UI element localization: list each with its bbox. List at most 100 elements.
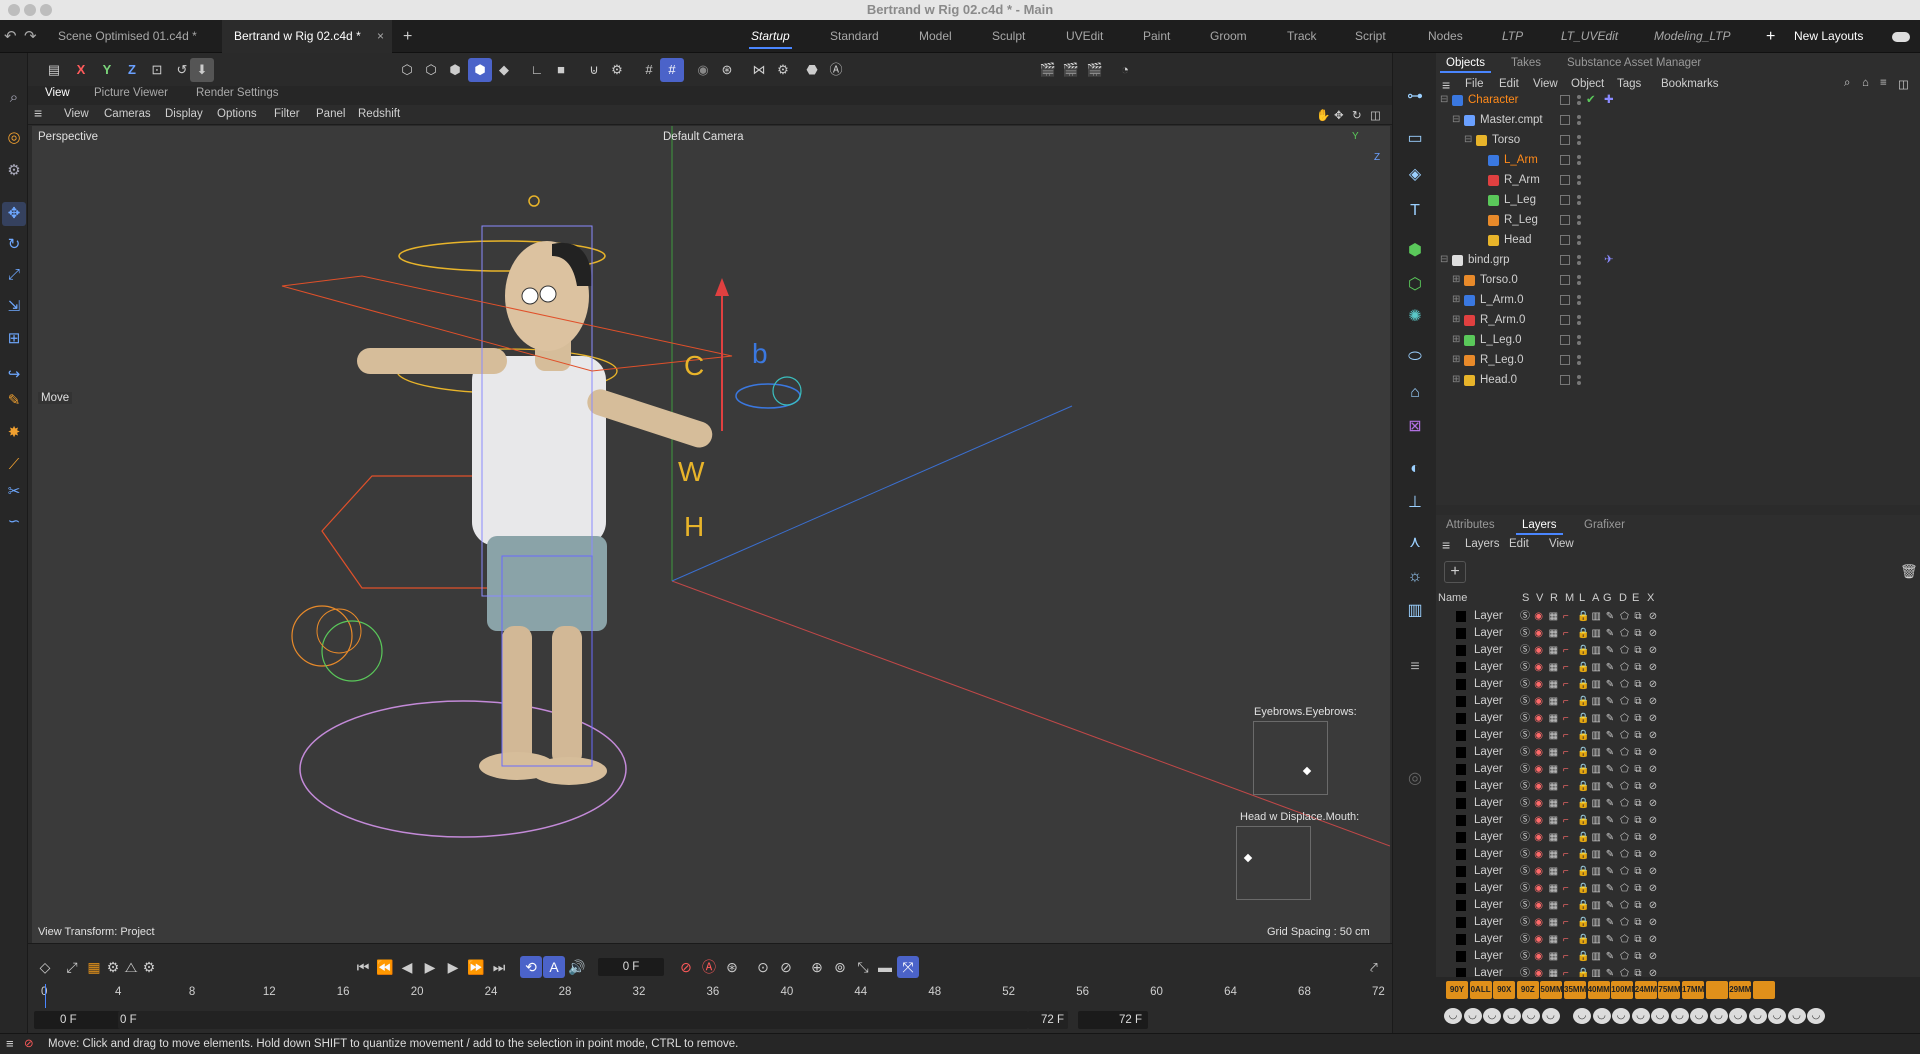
coordinate-system-icon[interactable]: ⊡ [145, 58, 169, 82]
transfer-tool-icon[interactable]: ⇲ [2, 295, 26, 319]
object-name[interactable]: R_Arm.0 [1480, 310, 1525, 330]
interactive-render-icon[interactable]: ◔ [1113, 58, 1137, 82]
symmetry-icon[interactable]: ⋈ [747, 58, 771, 82]
layer-toggle-icon[interactable]: 🔒 [1577, 914, 1589, 931]
tab-layers[interactable]: Layers [1516, 519, 1562, 535]
layer-toggle-icon[interactable]: ▥ [1592, 897, 1601, 914]
3d-viewport[interactable]: Perspective Default Camera Move C b W H … [32, 126, 1390, 943]
object-name[interactable]: L_Leg.0 [1480, 330, 1522, 350]
auto-keys-range-icon[interactable]: A [543, 956, 565, 978]
editor-visibility-dot[interactable] [1577, 295, 1581, 299]
preview-range-end[interactable]: 72 F [1028, 1011, 1068, 1029]
layer-toggle-icon[interactable]: ⊘ [1649, 897, 1657, 914]
layer-toggle-icon[interactable]: ⬠ [1620, 795, 1629, 812]
object-name[interactable]: R_Arm [1504, 170, 1540, 190]
layer-toggle-icon[interactable]: ⊘ [1649, 863, 1657, 880]
layer-toggle-icon[interactable]: ⊘ [1649, 710, 1657, 727]
editor-visibility-dot[interactable] [1577, 155, 1581, 159]
layer-row[interactable]: Layer Ⓢ ◉ ▦ ⌐ 🔒 ▥ ✎ ⬠ ⧉ ⊘ [1436, 914, 1920, 931]
editor-visibility-dot[interactable] [1577, 115, 1581, 119]
visibility-checkbox[interactable] [1560, 235, 1570, 245]
layer-color-swatch[interactable] [1456, 866, 1466, 877]
layer-toggle-icon[interactable]: ✎ [1606, 948, 1614, 965]
add-layer-icon[interactable]: + [1444, 561, 1466, 583]
layout-tab-script[interactable]: Script [1355, 20, 1386, 53]
enabled-check-icon[interactable]: ✔ [1586, 90, 1596, 110]
layer-toggle-icon[interactable]: ▦ [1549, 727, 1558, 744]
camera-preset-button[interactable]: 50MM [1540, 981, 1563, 999]
doc-tab-scene-optimised[interactable]: Scene Optimised 01.c4d * [58, 20, 197, 53]
environment-icon[interactable]: ◐ [1401, 455, 1429, 483]
layer-toggle-icon[interactable]: ⧉ [1634, 778, 1641, 795]
status-error-icon[interactable]: ⊘ [24, 1034, 34, 1054]
camera-smile-icon[interactable]: ◡ [1592, 1008, 1611, 1024]
layer-color-swatch[interactable] [1456, 764, 1466, 775]
layer-toggle-icon[interactable]: ◉ [1534, 727, 1543, 744]
camera-preset-button[interactable]: 75MM [1658, 981, 1681, 999]
visibility-checkbox[interactable] [1560, 155, 1570, 165]
points-mode-icon[interactable]: ⬡ [395, 58, 419, 82]
object-row[interactable]: R_Leg [1436, 210, 1920, 230]
layer-toggle-icon[interactable]: ⧉ [1634, 710, 1641, 727]
layer-toggle-icon[interactable]: ✎ [1606, 744, 1614, 761]
layout-tab-ltp[interactable]: LTP [1502, 20, 1523, 53]
layer-toggle-icon[interactable]: ⬠ [1620, 710, 1629, 727]
expand-toggle-icon[interactable]: ⊟ [1464, 130, 1472, 150]
layer-toggle-icon[interactable]: 🔒 [1577, 693, 1589, 710]
preview-end-field[interactable]: 72 F [1078, 1011, 1148, 1029]
object-name[interactable]: Torso.0 [1480, 270, 1518, 290]
layout-tab-groom[interactable]: Groom [1210, 20, 1247, 53]
layer-toggle-icon[interactable]: ◉ [1534, 659, 1543, 676]
mograph-icon[interactable]: ⬡ [1401, 271, 1429, 299]
layer-color-swatch[interactable] [1456, 781, 1466, 792]
key-param-icon[interactable]: ⤡ [852, 956, 874, 978]
layer-toggle-icon[interactable]: Ⓢ [1520, 744, 1530, 761]
layer-row[interactable]: Layer Ⓢ ◉ ▦ ⌐ 🔒 ▥ ✎ ⬠ ⧉ ⊘ [1436, 727, 1920, 744]
prev-frame-icon[interactable]: ◀ [396, 956, 418, 978]
layer-toggle-icon[interactable]: ▦ [1549, 693, 1558, 710]
layer-column-s[interactable]: S [1522, 592, 1529, 604]
maximize-view-icon[interactable]: ◫ [1370, 108, 1381, 122]
grid-snap-icon[interactable]: # [660, 58, 684, 82]
camera-smile-icon[interactable]: ◡ [1807, 1008, 1825, 1024]
editor-visibility-dot[interactable] [1577, 275, 1581, 279]
layer-toggle-icon[interactable]: ⌐ [1563, 710, 1569, 727]
render-visibility-dot[interactable] [1577, 321, 1581, 325]
layer-column-e[interactable]: E [1632, 592, 1639, 604]
layer-toggle-icon[interactable]: ⧉ [1634, 693, 1641, 710]
hdr-icon[interactable]: ▥ [1401, 597, 1429, 625]
layer-name[interactable]: Layer [1474, 659, 1503, 676]
x-axis-lock-button[interactable]: X [69, 58, 93, 82]
joint-icon[interactable]: ⋏ [1401, 529, 1429, 557]
layout-tab-track[interactable]: Track [1287, 20, 1317, 53]
layer-color-swatch[interactable] [1456, 645, 1466, 656]
object-row[interactable]: ⊞ Head.0 [1436, 370, 1920, 390]
mini-view-eyebrows-label[interactable]: Eyebrows.Eyebrows: [1254, 706, 1357, 718]
layer-toggle-icon[interactable]: 🔒 [1577, 744, 1589, 761]
layer-toggle-icon[interactable]: ⌐ [1563, 795, 1569, 812]
brush-icon[interactable]: ⟋ [2, 453, 26, 477]
layer-toggle-icon[interactable]: 🔒 [1577, 863, 1589, 880]
delete-layer-icon[interactable]: 🗑 [1900, 563, 1918, 580]
knife-icon[interactable]: ✂ [2, 480, 26, 504]
object-name[interactable]: Head [1504, 230, 1532, 250]
objects-menu-object[interactable]: Object [1571, 78, 1604, 90]
layer-toggle-icon[interactable]: ◉ [1534, 625, 1543, 642]
generator-icon[interactable]: ⬢ [1401, 237, 1429, 265]
layer-toggle-icon[interactable]: ⌐ [1563, 625, 1569, 642]
layer-row[interactable]: Layer Ⓢ ◉ ▦ ⌐ 🔒 ▥ ✎ ⬠ ⧉ ⊘ [1436, 693, 1920, 710]
object-row[interactable]: ⊞ Torso.0 [1436, 270, 1920, 290]
mini-view-mouth[interactable] [1236, 826, 1311, 900]
key-rotation-icon[interactable]: ⊘ [775, 956, 797, 978]
visibility-checkbox[interactable] [1560, 135, 1570, 145]
layer-color-swatch[interactable] [1456, 849, 1466, 860]
render-visibility-dot[interactable] [1577, 221, 1581, 225]
go-to-start-icon[interactable]: ⏮ [352, 956, 374, 978]
layer-toggle-icon[interactable]: 🔒 [1577, 948, 1589, 965]
object-name[interactable]: Torso [1492, 130, 1520, 150]
expand-toggle-icon[interactable]: ⊟ [1440, 250, 1448, 270]
layer-toggle-icon[interactable]: ▦ [1549, 948, 1558, 965]
object-name[interactable]: R_Leg [1504, 210, 1538, 230]
camera-smile-icon[interactable]: ◡ [1631, 1008, 1650, 1024]
layer-toggle-icon[interactable]: ⌐ [1563, 642, 1569, 659]
